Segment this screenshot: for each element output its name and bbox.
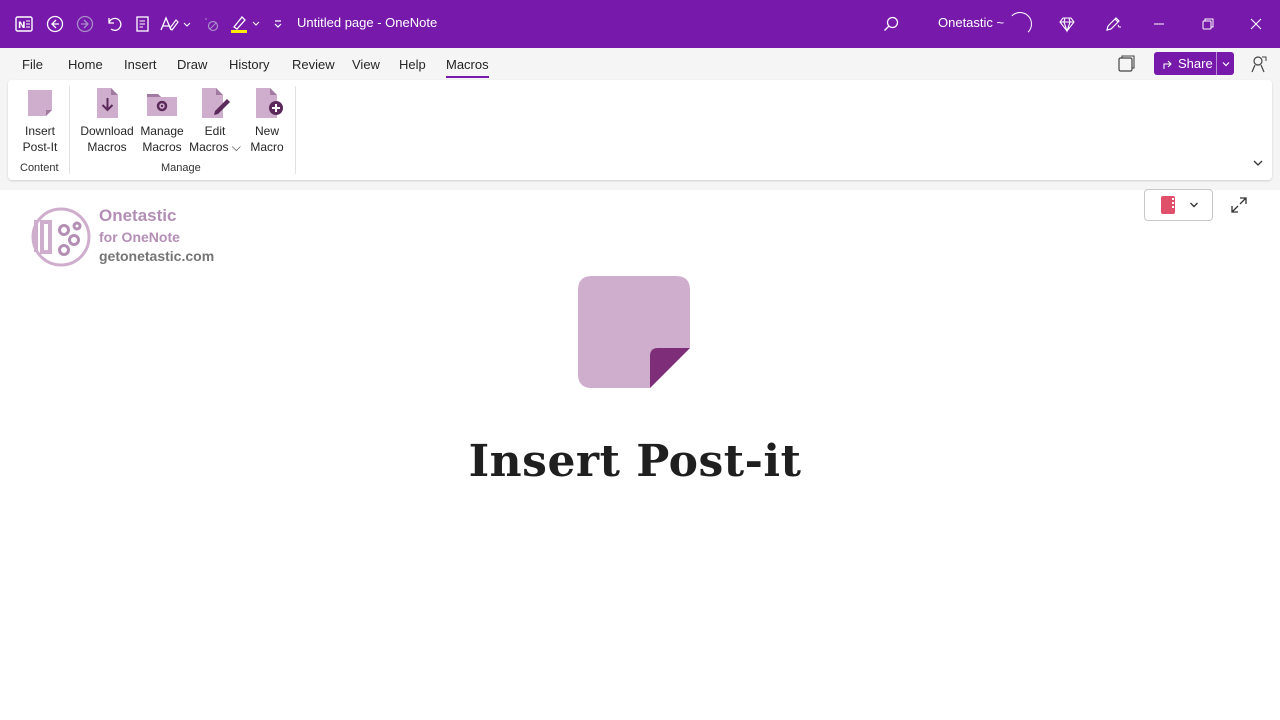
minimize-icon[interactable] <box>1147 12 1171 36</box>
ribbon-tabs: File Home Insert Draw History Review Vie… <box>0 48 1280 80</box>
group-divider <box>69 86 70 174</box>
edit-macros-line2: Macros ⌵ <box>189 140 241 154</box>
tab-insert[interactable]: Insert <box>124 57 157 72</box>
download-macros-line1: Download <box>80 124 134 138</box>
ribbon-macros: Insert Post-It Content Download Macros M… <box>8 80 1272 180</box>
manage-macros-button[interactable]: Manage Macros <box>138 86 186 155</box>
title-bar: N Untitled page - OneNote Onetastic ~ <box>0 0 1280 48</box>
tab-help[interactable]: Help <box>399 57 426 72</box>
brand-site: getonetastic.com <box>99 248 215 264</box>
share-label: Share <box>1178 56 1213 71</box>
share-icon <box>1163 60 1172 69</box>
post-it-illustration <box>578 276 690 388</box>
new-macro-icon <box>251 86 283 120</box>
notebook-selector-button[interactable] <box>1144 189 1213 221</box>
edit-macro-icon <box>199 86 231 120</box>
new-macro-line1: New <box>254 124 279 138</box>
page-icon[interactable] <box>131 12 155 36</box>
forward-icon[interactable] <box>73 12 97 36</box>
group-label-manage: Manage <box>161 162 201 174</box>
manage-macros-line2: Macros <box>142 140 182 154</box>
ink-to-text-icon[interactable] <box>158 12 192 36</box>
chevron-down-icon <box>1189 202 1198 208</box>
search-icon[interactable] <box>879 12 903 36</box>
insert-post-it-line1: Insert <box>24 124 55 138</box>
download-macros-line2: Macros <box>87 140 127 154</box>
download-icon <box>91 86 123 120</box>
notebook-icon <box>1160 196 1175 214</box>
tab-draw[interactable]: Draw <box>177 57 207 72</box>
account-name[interactable]: Onetastic ~ <box>938 15 1004 30</box>
highlighter-icon[interactable] <box>228 12 262 36</box>
lasso-icon[interactable] <box>200 12 224 36</box>
onetastic-logo <box>30 206 92 268</box>
insert-post-it-button[interactable]: Insert Post-It <box>18 86 62 155</box>
brand-name: Onetastic <box>99 206 177 225</box>
insert-post-it-line2: Post-It <box>22 140 58 154</box>
window-title: Untitled page - OneNote <box>297 15 438 30</box>
tab-view[interactable]: View <box>352 57 380 72</box>
undo-icon[interactable] <box>102 12 126 36</box>
close-icon[interactable] <box>1244 12 1268 36</box>
folder-gear-icon <box>146 86 178 120</box>
pen-icon[interactable] <box>1101 12 1125 36</box>
group-label-content: Content <box>20 162 59 174</box>
group-divider <box>295 86 296 174</box>
brand-subtitle: for OneNote <box>99 229 180 245</box>
diamond-icon[interactable] <box>1055 12 1079 36</box>
expand-icon[interactable] <box>1230 196 1248 219</box>
edit-macros-button[interactable]: Edit Macros ⌵ <box>189 86 241 155</box>
share-button[interactable]: Share <box>1154 52 1234 75</box>
back-icon[interactable] <box>43 12 67 36</box>
restore-icon[interactable] <box>1196 12 1220 36</box>
new-macro-line2: Macro <box>250 140 284 154</box>
collapse-ribbon-icon[interactable] <box>1252 156 1264 174</box>
tab-home[interactable]: Home <box>68 57 103 72</box>
customize-icon[interactable] <box>266 12 290 36</box>
download-macros-button[interactable]: Download Macros <box>78 86 136 155</box>
tab-file[interactable]: File <box>22 57 43 72</box>
feedback-icon[interactable] <box>1248 54 1268 79</box>
page-headline: Insert Post-it <box>468 436 802 487</box>
tab-review[interactable]: Review <box>292 57 335 72</box>
new-macro-button[interactable]: New Macro <box>245 86 289 155</box>
share-dropdown-icon[interactable] <box>1217 59 1234 69</box>
edit-macros-line1: Edit <box>204 124 226 138</box>
account-avatar[interactable] <box>1008 12 1032 36</box>
svg-text:N: N <box>18 21 26 31</box>
immersive-reader-icon[interactable] <box>1117 55 1135 78</box>
onenote-app-icon[interactable]: N <box>12 12 36 36</box>
post-it-icon <box>24 86 56 120</box>
manage-macros-line1: Manage <box>140 124 184 138</box>
tab-macros[interactable]: Macros <box>446 57 489 78</box>
tab-history[interactable]: History <box>229 57 269 72</box>
